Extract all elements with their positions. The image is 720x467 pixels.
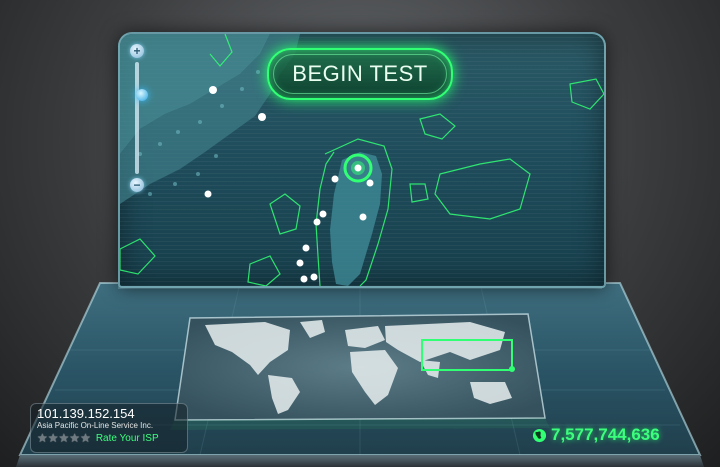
zoom-out-button[interactable]: − [130,178,144,192]
star-icon[interactable]: ★ [37,432,48,444]
rate-isp-link[interactable]: Rate Your ISP [96,433,159,444]
globe-icon [532,428,547,442]
begin-test-button[interactable]: BEGIN TEST [267,48,453,100]
zoom-in-button[interactable]: + [130,44,144,58]
star-icon[interactable]: ★ [59,432,70,444]
zoom-slider-track[interactable] [135,62,148,174]
star-icon[interactable]: ★ [80,432,91,444]
zoom-slider-knob[interactable] [136,89,148,101]
connection-info: 101.139.152.154 Asia Pacific On-Line Ser… [30,403,188,453]
tests-counter: 7,577,744,636 [532,425,692,445]
map-panel[interactable]: + − BEGIN TEST [118,32,606,288]
rating-row: ★ ★ ★ ★ ★ Rate Your ISP [37,432,181,444]
begin-test-button-inner-ring [273,54,447,94]
star-icon[interactable]: ★ [48,432,59,444]
zoom-control: + − [130,44,148,194]
plus-icon: + [133,44,141,58]
star-icon[interactable]: ★ [69,432,80,444]
tests-count-value: 7,577,744,636 [551,425,660,444]
ip-address: 101.139.152.154 [37,406,135,421]
isp-name: Asia Pacific On-Line Service Inc. [37,421,154,430]
minus-icon: − [133,178,141,192]
